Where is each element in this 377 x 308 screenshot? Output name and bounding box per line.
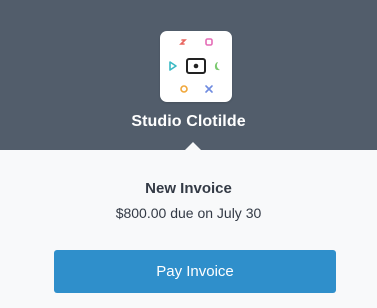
studio-clotilde-logo-icon [169,38,220,93]
invoice-title: New Invoice [145,180,232,197]
business-header: Studio Clotilde [0,0,377,150]
header-pointer [184,142,202,151]
business-logo [160,31,232,102]
business-name: Studio Clotilde [131,113,246,130]
invoice-page: Studio Clotilde New Invoice $800.00 due … [0,0,377,308]
invoice-due-text: $800.00 due on July 30 [115,205,262,221]
pay-invoice-button[interactable]: Pay Invoice [54,250,336,293]
